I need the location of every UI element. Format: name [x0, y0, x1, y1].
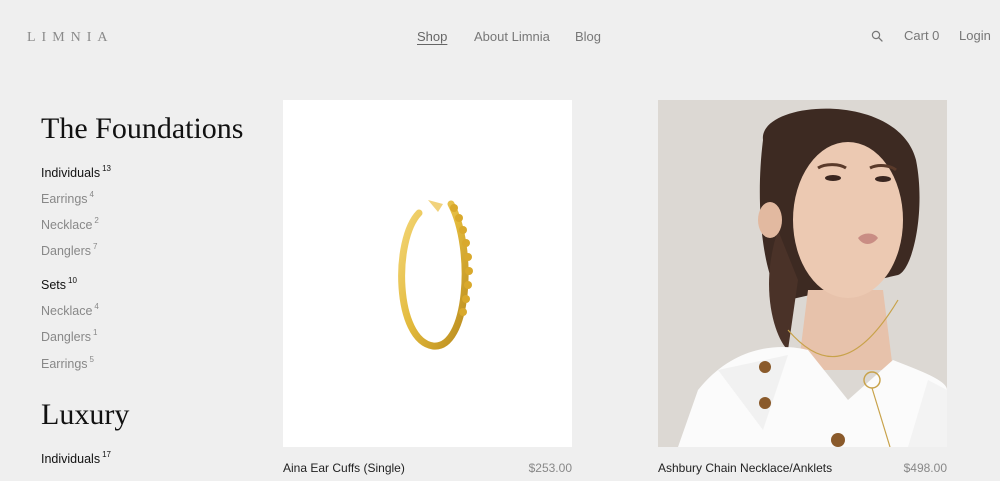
category-label: Earrings: [41, 192, 88, 206]
category-luxury-individuals[interactable]: Individuals 17: [41, 450, 111, 466]
category-earrings[interactable]: Earrings 4: [41, 190, 94, 206]
category-label: Sets: [41, 278, 67, 292]
category-label: Danglers: [41, 330, 92, 344]
product-meta: Ashbury Chain Necklace/Anklets $498.00: [658, 461, 947, 481]
category-count: 2: [94, 216, 99, 225]
category-sets-necklace[interactable]: Necklace 4: [41, 302, 99, 318]
nav-shop[interactable]: Shop: [417, 29, 447, 44]
product-price: $253.00: [528, 461, 572, 475]
category-count: 4: [89, 190, 94, 199]
nav-about[interactable]: About Limnia: [474, 29, 550, 44]
category-necklace[interactable]: Necklace 2: [41, 216, 99, 232]
model-necklace-image: [658, 100, 947, 447]
category-sets[interactable]: Sets 10: [41, 276, 77, 292]
category-count: 7: [93, 242, 98, 251]
product-name[interactable]: Ashbury Chain Necklace/Anklets: [658, 461, 832, 475]
category-danglers[interactable]: Danglers 7: [41, 242, 97, 258]
category-label: Necklace: [41, 218, 93, 232]
category-label: Individuals: [41, 452, 101, 466]
category-sets-earrings[interactable]: Earrings 5: [41, 355, 94, 371]
product-price: $498.00: [903, 461, 947, 475]
category-label: Individuals: [41, 166, 101, 180]
cart-link[interactable]: Cart 0: [904, 28, 939, 43]
product-image[interactable]: [283, 100, 572, 447]
section-title-foundations: The Foundations: [41, 112, 244, 145]
section-title-luxury: Luxury: [41, 398, 130, 431]
category-label: Danglers: [41, 244, 92, 258]
nav-blog[interactable]: Blog: [575, 29, 601, 44]
category-count: 17: [102, 450, 111, 459]
product-image[interactable]: [658, 100, 947, 447]
product-card[interactable]: Aina Ear Cuffs (Single) $253.00: [283, 100, 572, 481]
search-icon[interactable]: [871, 30, 883, 42]
login-link[interactable]: Login: [959, 28, 991, 43]
product-name[interactable]: Aina Ear Cuffs (Single): [283, 461, 405, 475]
category-count: 4: [94, 302, 99, 311]
product-card[interactable]: Ashbury Chain Necklace/Anklets $498.00: [658, 100, 947, 481]
category-count: 10: [68, 276, 77, 285]
category-sets-danglers[interactable]: Danglers 1: [41, 328, 97, 344]
category-label: Necklace: [41, 304, 93, 318]
category-count: 1: [93, 328, 98, 337]
main-nav: Shop About Limnia Blog: [0, 29, 1000, 49]
category-count: 13: [102, 164, 111, 173]
ear-cuff-image: [398, 200, 473, 350]
category-count: 5: [89, 355, 94, 364]
category-label: Earrings: [41, 357, 88, 371]
category-individuals[interactable]: Individuals 13: [41, 164, 111, 180]
product-meta: Aina Ear Cuffs (Single) $253.00: [283, 461, 572, 481]
